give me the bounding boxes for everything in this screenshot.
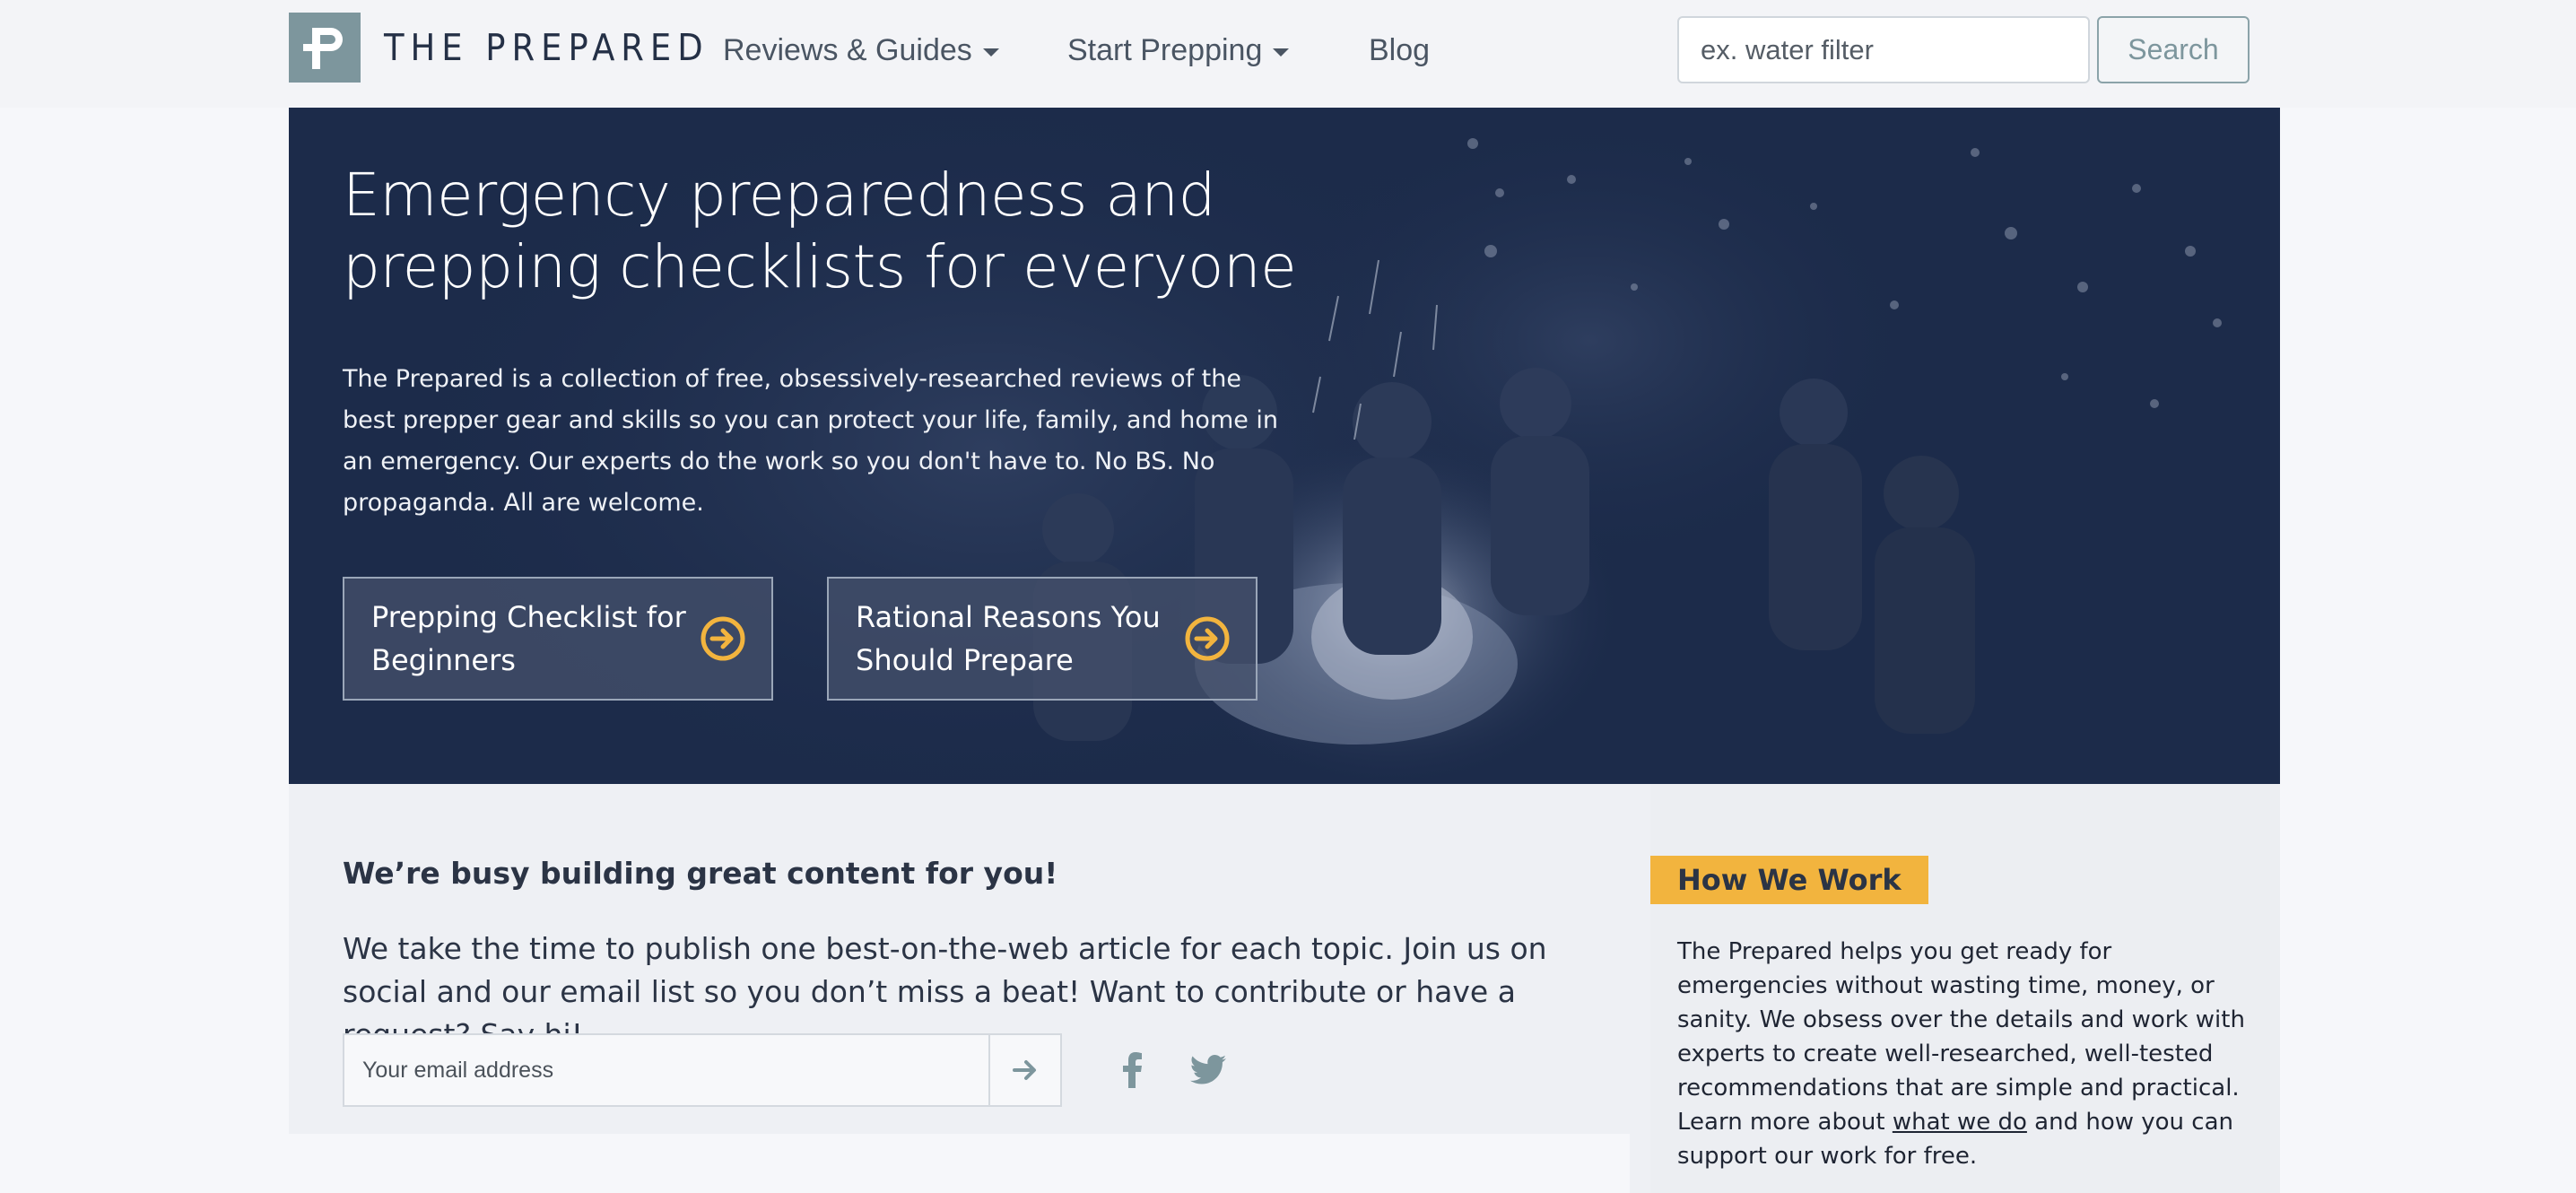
logo-text: THE PREPARED (384, 26, 709, 69)
hero-section: Emergency preparedness and prepping chec… (289, 108, 2280, 784)
newsletter-panel: We’re busy building great content for yo… (289, 784, 1630, 1134)
arrow-right-circle-icon (701, 616, 745, 661)
prepping-checklist-button[interactable]: Prepping Checklist for Beginners (343, 577, 773, 701)
hero-description: The Prepared is a collection of free, ob… (343, 365, 1279, 517)
nav-reviews-guides[interactable]: Reviews & Guides (723, 27, 999, 74)
site-header: THE PREPARED Reviews & Guides Start Prep… (0, 0, 2576, 108)
caret-down-icon (982, 48, 999, 57)
facebook-icon (1123, 1052, 1142, 1088)
how-we-work-panel: How We Work The Prepared helps you get r… (1650, 784, 2280, 1193)
nav-label: Start Prepping (1067, 32, 1263, 67)
site-logo[interactable]: THE PREPARED (289, 13, 709, 83)
how-we-work-text: The Prepared helps you get ready for eme… (1677, 935, 2251, 1173)
email-signup-form (343, 1033, 1062, 1107)
email-field[interactable] (344, 1035, 988, 1105)
arrow-right-icon (1013, 1060, 1036, 1080)
how-we-work-text-start: The Prepared helps you get ready for eme… (1677, 938, 2245, 1136)
how-we-work-badge: How We Work (1650, 856, 1928, 904)
page-background (289, 1134, 1630, 1193)
content-section: We’re busy building great content for yo… (289, 784, 2280, 1193)
newsletter-title: We’re busy building great content for yo… (343, 856, 1058, 891)
button-label: Rational Reasons You Should Prepare (856, 600, 1161, 677)
nav-label: Blog (1369, 32, 1431, 67)
twitter-link[interactable] (1186, 1048, 1231, 1093)
rational-reasons-button[interactable]: Rational Reasons You Should Prepare (827, 577, 1258, 701)
arrow-right-circle-icon (1185, 616, 1230, 661)
caret-down-icon (1273, 48, 1290, 57)
what-we-do-link[interactable]: what we do (1893, 1109, 2027, 1136)
facebook-link[interactable] (1110, 1048, 1154, 1093)
logo-p-icon (289, 13, 361, 83)
twitter-icon (1190, 1055, 1226, 1084)
search-button[interactable]: Search (2097, 16, 2250, 83)
nav-label: Reviews & Guides (723, 32, 972, 67)
search-input[interactable] (1677, 16, 2090, 83)
email-submit-button[interactable] (988, 1035, 1060, 1105)
hero-title: Emergency preparedness and prepping chec… (343, 161, 1297, 301)
button-label: Prepping Checklist for Beginners (371, 600, 686, 677)
nav-start-prepping[interactable]: Start Prepping (1067, 27, 1290, 74)
nav-blog[interactable]: Blog (1369, 27, 1430, 74)
